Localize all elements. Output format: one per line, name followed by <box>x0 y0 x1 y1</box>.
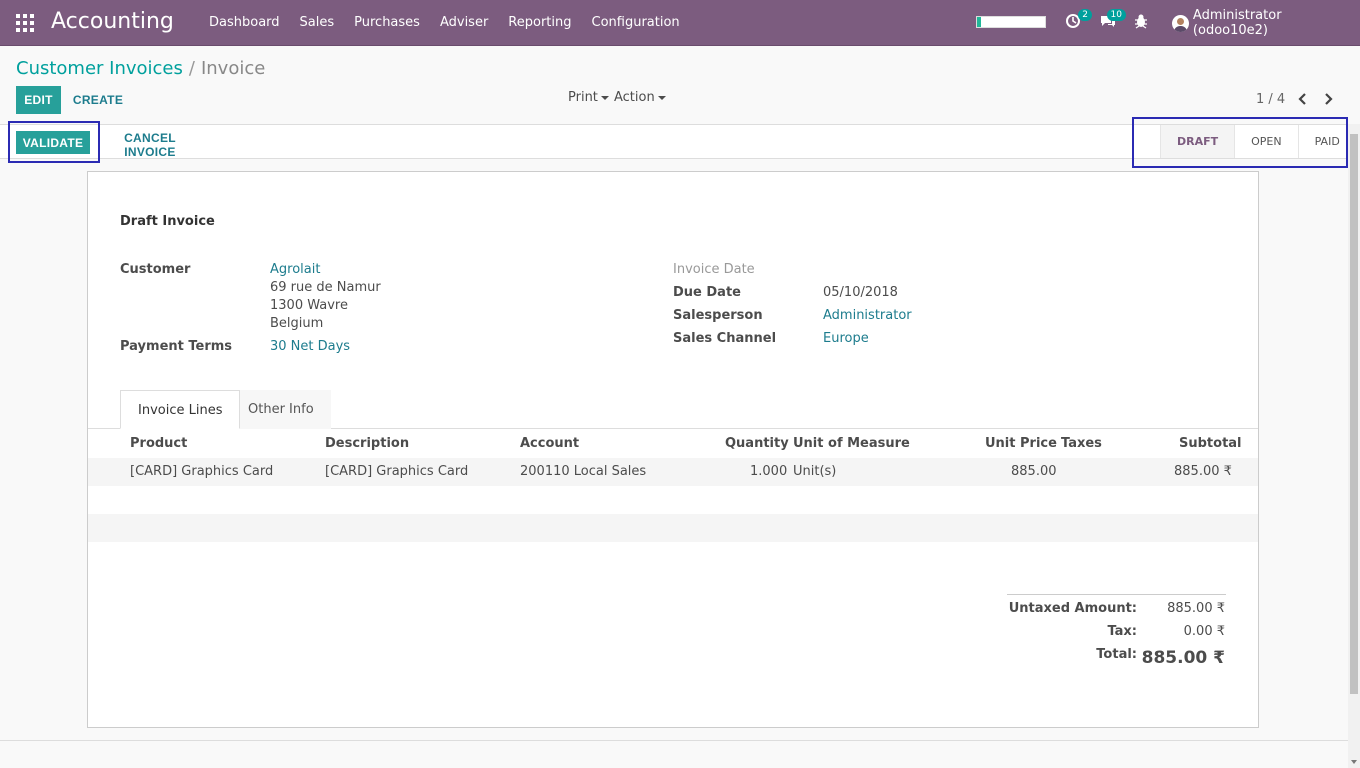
menu-adviser[interactable]: Adviser <box>430 0 498 46</box>
user-avatar <box>1172 14 1189 32</box>
customer-link[interactable]: Agrolait <box>270 262 320 277</box>
user-name: Administrator (odoo10e2) <box>1192 8 1282 38</box>
create-button[interactable]: CREATE <box>68 86 128 114</box>
chatter-divider <box>0 740 1348 741</box>
menu-dashboard[interactable]: Dashboard <box>199 0 290 46</box>
menu-reporting[interactable]: Reporting <box>498 0 581 46</box>
debug-bug-icon[interactable] <box>1134 13 1152 31</box>
cell-description: [CARD] Graphics Card <box>325 464 469 479</box>
activity-clock-icon[interactable]: 2 <box>1065 9 1092 31</box>
invoice-title: Draft Invoice <box>120 214 215 229</box>
totals-divider <box>1007 594 1226 595</box>
user-menu[interactable]: Administrator (odoo10e2) <box>1172 0 1360 46</box>
col-header-product[interactable]: Product <box>130 436 187 451</box>
tax-label: Tax: <box>1107 624 1137 639</box>
breadcrumb-customer-invoices[interactable]: Customer Invoices <box>16 58 183 79</box>
col-header-description[interactable]: Description <box>325 436 409 451</box>
cell-unit-of-measure: Unit(s) <box>793 464 837 479</box>
sales-channel-link[interactable]: Europe <box>823 331 869 346</box>
messages-chat-icon[interactable]: 10 <box>1099 9 1126 31</box>
col-header-unit-of-measure[interactable]: Unit of Measure <box>793 436 910 451</box>
scroll-down-icon[interactable] <box>1351 760 1357 764</box>
total-label: Total: <box>1096 647 1137 662</box>
invoice-sheet: Draft Invoice Customer Agrolait 69 rue d… <box>87 171 1259 728</box>
col-header-subtotal[interactable]: Subtotal <box>1179 436 1242 451</box>
cell-account: 200110 Local Sales <box>520 464 647 479</box>
page-scrollbar[interactable] <box>1348 124 1360 768</box>
menu-sales[interactable]: Sales <box>290 0 345 46</box>
cell-product: [CARD] Graphics Card <box>130 464 274 479</box>
action-label: Action <box>614 90 655 105</box>
cell-quantity: 1.000 <box>750 464 788 479</box>
messages-count-badge: 10 <box>1106 9 1126 21</box>
due-date-value: 05/10/2018 <box>823 285 898 300</box>
untaxed-amount-label: Untaxed Amount: <box>1008 601 1137 616</box>
pager-value[interactable]: 1 / 4 <box>1256 92 1285 107</box>
total-value: 885.00 ₹ <box>1141 648 1225 668</box>
caret-down-icon <box>600 95 609 100</box>
tab-other-info[interactable]: Other Info <box>231 390 331 429</box>
breadcrumb-separator: / <box>188 58 195 79</box>
edit-button[interactable]: EDIT <box>16 86 61 114</box>
print-dropdown[interactable]: Print <box>568 90 609 105</box>
breadcrumb-current: Invoice <box>200 58 266 79</box>
address-city: 1300 Wavre <box>270 298 348 313</box>
stages-highlight-box <box>1132 117 1348 168</box>
sales-channel-label: Sales Channel <box>673 331 777 346</box>
apps-grid-icon[interactable] <box>16 14 34 32</box>
customer-label: Customer <box>120 262 191 277</box>
main-menu: Dashboard Sales Purchases Adviser Report… <box>199 0 690 46</box>
breadcrumb: Customer Invoices / Invoice <box>16 58 265 79</box>
top-navbar: Accounting Dashboard Sales Purchases Adv… <box>0 0 1360 46</box>
col-header-quantity[interactable]: Quantity <box>725 436 789 451</box>
scrollbar-thumb[interactable] <box>1350 134 1358 694</box>
payment-terms-label: Payment Terms <box>120 339 233 354</box>
pager-next-icon[interactable] <box>1324 92 1336 106</box>
app-title: Accounting <box>51 9 174 34</box>
menu-purchases[interactable]: Purchases <box>344 0 430 46</box>
activity-count-badge: 2 <box>1078 9 1092 21</box>
untaxed-amount-value: 885.00 ₹ <box>1167 601 1225 616</box>
payment-terms-link[interactable]: 30 Net Days <box>270 339 350 354</box>
caret-down-icon <box>657 95 666 100</box>
due-date-label: Due Date <box>673 285 741 300</box>
col-header-unit-price[interactable]: Unit Price <box>985 436 1057 451</box>
action-dropdown[interactable]: Action <box>614 90 666 105</box>
tab-invoice-lines[interactable]: Invoice Lines <box>120 390 241 429</box>
address-country: Belgium <box>270 316 324 331</box>
salesperson-label: Salesperson <box>673 308 763 323</box>
menu-configuration[interactable]: Configuration <box>582 0 690 46</box>
validate-highlight-box <box>8 121 100 163</box>
table-row[interactable]: [CARD] Graphics Card [CARD] Graphics Car… <box>88 458 1258 486</box>
address-street: 69 rue de Namur <box>270 280 381 295</box>
onboarding-progress-bar[interactable] <box>976 16 1046 28</box>
tax-value: 0.00 ₹ <box>1183 624 1225 639</box>
salesperson-link[interactable]: Administrator <box>823 308 912 323</box>
col-header-taxes[interactable]: Taxes <box>1061 436 1102 451</box>
table-row-empty <box>88 514 1258 542</box>
pager-previous-icon[interactable] <box>1297 92 1309 106</box>
cell-unit-price: 885.00 <box>1011 464 1057 479</box>
print-label: Print <box>568 90 598 105</box>
cancel-invoice-button[interactable]: CANCEL INVOICE <box>100 131 200 159</box>
cell-subtotal: 885.00 ₹ <box>1174 464 1232 479</box>
col-header-account[interactable]: Account <box>520 436 579 451</box>
invoice-date-label: Invoice Date <box>673 262 755 277</box>
